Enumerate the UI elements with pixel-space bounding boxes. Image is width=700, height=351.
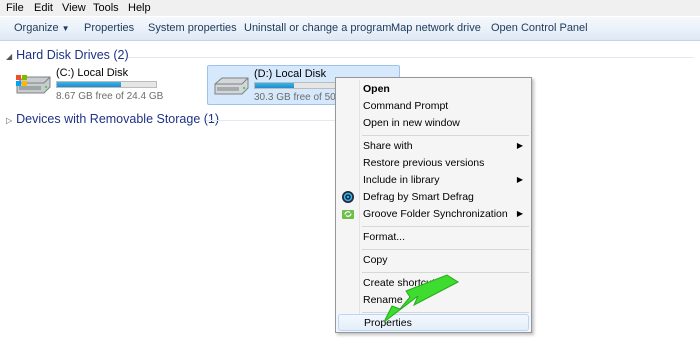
menu-item-label: Copy	[363, 254, 388, 266]
collapse-triangle-icon: ◢	[6, 52, 13, 61]
organize-button[interactable]: Organize ▼	[14, 22, 70, 34]
organize-label: Organize	[14, 22, 59, 34]
menu-separator	[362, 135, 529, 136]
group-divider	[128, 57, 694, 58]
menu-item-label: Rename	[363, 294, 403, 306]
capacity-fill	[57, 82, 121, 87]
open-control-panel-button[interactable]: Open Control Panel	[491, 22, 588, 34]
menu-item-label: Restore previous versions	[363, 157, 485, 169]
menu-item-label: Open in new window	[363, 117, 460, 129]
drive-name: (D:) Local Disk	[254, 68, 327, 80]
menu-item-label: Format...	[363, 231, 406, 243]
map-network-drive-button[interactable]: Map network drive	[391, 22, 481, 34]
group-header-label: Devices with Removable Storage (1)	[16, 112, 220, 126]
menu-item-open-new-window[interactable]: Open in new window	[338, 115, 529, 132]
menu-item-label: Groove Folder Synchronization	[363, 208, 508, 220]
menu-edit[interactable]: Edit	[34, 2, 53, 14]
groove-sync-icon	[342, 210, 354, 219]
menu-separator	[362, 226, 529, 227]
menu-item-label: Include in library	[363, 174, 440, 186]
menu-item-properties[interactable]: Properties	[338, 314, 529, 331]
menu-help[interactable]: Help	[128, 2, 151, 14]
smart-defrag-icon	[342, 191, 354, 203]
menu-item-defrag-smart-defrag[interactable]: Defrag by Smart Defrag	[338, 189, 529, 206]
context-menu: Open Command Prompt Open in new window S…	[335, 77, 532, 333]
capacity-bar	[56, 81, 157, 88]
menu-separator	[362, 272, 529, 273]
menu-item-restore-previous-versions[interactable]: Restore previous versions	[338, 155, 529, 172]
expand-triangle-icon: ▷	[6, 116, 13, 125]
capacity-fill	[255, 83, 294, 88]
menu-item-format[interactable]: Format...	[338, 229, 529, 246]
group-divider	[206, 120, 336, 121]
menu-item-command-prompt[interactable]: Command Prompt	[338, 98, 529, 115]
menu-item-copy[interactable]: Copy	[338, 252, 529, 269]
menu-item-label: Command Prompt	[363, 100, 449, 112]
submenu-arrow-icon: ▶	[516, 209, 523, 218]
menu-separator	[362, 312, 529, 313]
chevron-down-icon: ▼	[61, 24, 70, 33]
menu-item-create-shortcut[interactable]: Create shortcut	[338, 275, 529, 292]
menu-item-label: Properties	[364, 317, 412, 329]
drive-c[interactable]: (C:) Local Disk 8.67 GB free of 24.4 GB	[10, 65, 200, 105]
menu-item-groove-sync[interactable]: Groove Folder Synchronization ▶	[338, 206, 529, 223]
menu-item-open[interactable]: Open	[338, 81, 529, 98]
menu-item-label: Create shortcut	[363, 277, 435, 289]
menu-item-label: Open	[363, 83, 390, 95]
menu-bar: File Edit View Tools Help	[0, 0, 700, 16]
system-properties-button[interactable]: System properties	[148, 22, 237, 34]
drive-name: (C:) Local Disk	[56, 67, 129, 79]
menu-item-label: Share with	[363, 140, 413, 152]
menu-separator	[362, 249, 529, 250]
group-header-removable[interactable]: ▷ Devices with Removable Storage (1)	[6, 112, 219, 126]
menu-item-label: Defrag by Smart Defrag	[363, 191, 474, 203]
menu-file[interactable]: File	[6, 2, 24, 14]
hard-drive-windows-icon	[16, 75, 51, 94]
menu-item-rename[interactable]: Rename	[338, 292, 529, 309]
submenu-arrow-icon: ▶	[516, 175, 523, 184]
properties-button[interactable]: Properties	[84, 22, 134, 34]
drive-free-space: 8.67 GB free of 24.4 GB	[56, 91, 164, 102]
command-bar: Organize ▼ Properties System properties U…	[0, 17, 700, 41]
hard-drive-icon	[214, 77, 249, 95]
group-header-hard-disk[interactable]: ◢ Hard Disk Drives (2)	[6, 48, 129, 62]
menu-item-include-in-library[interactable]: Include in library ▶	[338, 172, 529, 189]
submenu-arrow-icon: ▶	[516, 141, 523, 150]
menu-item-share-with[interactable]: Share with ▶	[338, 138, 529, 155]
uninstall-program-button[interactable]: Uninstall or change a program	[244, 22, 391, 34]
menu-view[interactable]: View	[62, 2, 86, 14]
group-header-label: Hard Disk Drives (2)	[16, 48, 129, 62]
menu-tools[interactable]: Tools	[93, 2, 119, 14]
